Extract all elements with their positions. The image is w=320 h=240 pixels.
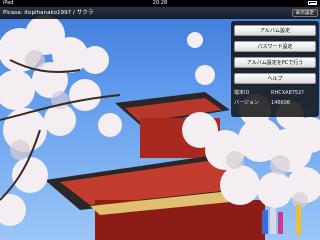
- battery-icon: [308, 1, 317, 5]
- status-bar: iPad 20:28: [0, 0, 320, 7]
- title-bar: Picasa: itoplhanako1997 / サクラ 表示設定: [0, 7, 320, 19]
- password-settings-button[interactable]: パスワード設定: [234, 41, 316, 52]
- close-settings-button[interactable]: 表示設定: [291, 9, 318, 17]
- album-title: Picasa: itoplhanako1997 / サクラ: [3, 10, 94, 16]
- album-settings-button[interactable]: アルバム設定: [234, 25, 316, 36]
- album-settings-on-pc-button[interactable]: アルバム設定をPCで行う: [234, 57, 316, 68]
- device-id-value: RHCXA8752?: [271, 90, 304, 96]
- version-row: バージョン 146606: [234, 100, 290, 107]
- device-id-row: 端末ID RHCXA8752?: [234, 90, 304, 97]
- settings-panel: アルバム設定 パスワード設定 アルバム設定をPCで行う ヘルプ 端末ID RHC…: [231, 21, 319, 117]
- help-button[interactable]: ヘルプ: [234, 73, 316, 84]
- version-label: バージョン: [234, 100, 259, 106]
- app-screen: iPad 20:28 Picasa: itoplhanako1997 / サクラ…: [0, 0, 320, 240]
- version-value: 146606: [271, 100, 291, 106]
- device-id-label: 端末ID: [234, 90, 250, 96]
- status-time: 20:28: [152, 0, 168, 6]
